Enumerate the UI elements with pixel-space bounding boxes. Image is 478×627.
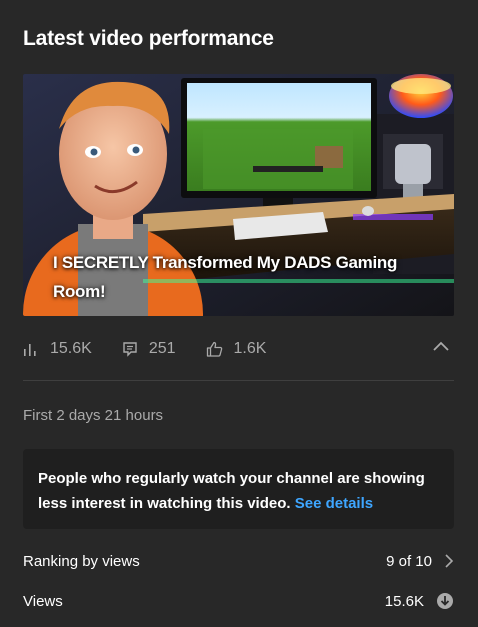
comments-stat: 251 (122, 340, 176, 358)
views-row-value: 15.6K (384, 592, 424, 610)
card-title: Latest video performance (23, 27, 274, 50)
chevron-right-icon[interactable] (444, 554, 454, 568)
chevron-up-icon[interactable] (432, 340, 450, 352)
views-count: 15.6K (50, 340, 92, 357)
performance-notice: People who regularly watch your channel … (23, 449, 454, 529)
arrow-down-icon (437, 593, 453, 609)
likes-stat: 1.6K (206, 340, 267, 358)
thumbs-up-icon (206, 341, 222, 357)
views-stat: 15.6K (23, 340, 92, 358)
latest-video-performance-card: Latest video performance I SECRETLY Tran… (0, 0, 478, 627)
ranking-row[interactable]: Ranking by views 9 of 10 (23, 549, 454, 573)
views-row: Views 15.6K (23, 589, 454, 613)
views-row-label: Views (23, 592, 63, 610)
likes-count: 1.6K (233, 340, 267, 357)
video-stats: 15.6K 251 1.6K (23, 336, 454, 362)
ranking-value: 9 of 10 (386, 552, 432, 570)
comment-icon (123, 342, 137, 357)
thumbnail-title: I SECRETLY Transformed My DADS Gaming Ro… (53, 253, 398, 301)
ranking-label: Ranking by views (23, 552, 140, 570)
time-period: First 2 days 21 hours (23, 407, 164, 424)
divider (23, 380, 454, 381)
video-thumbnail[interactable]: I SECRETLY Transformed My DADS Gaming Ro… (23, 74, 454, 316)
comments-count: 251 (148, 340, 176, 357)
see-details-link[interactable]: See details (295, 495, 373, 512)
bar-chart-icon (24, 344, 36, 356)
